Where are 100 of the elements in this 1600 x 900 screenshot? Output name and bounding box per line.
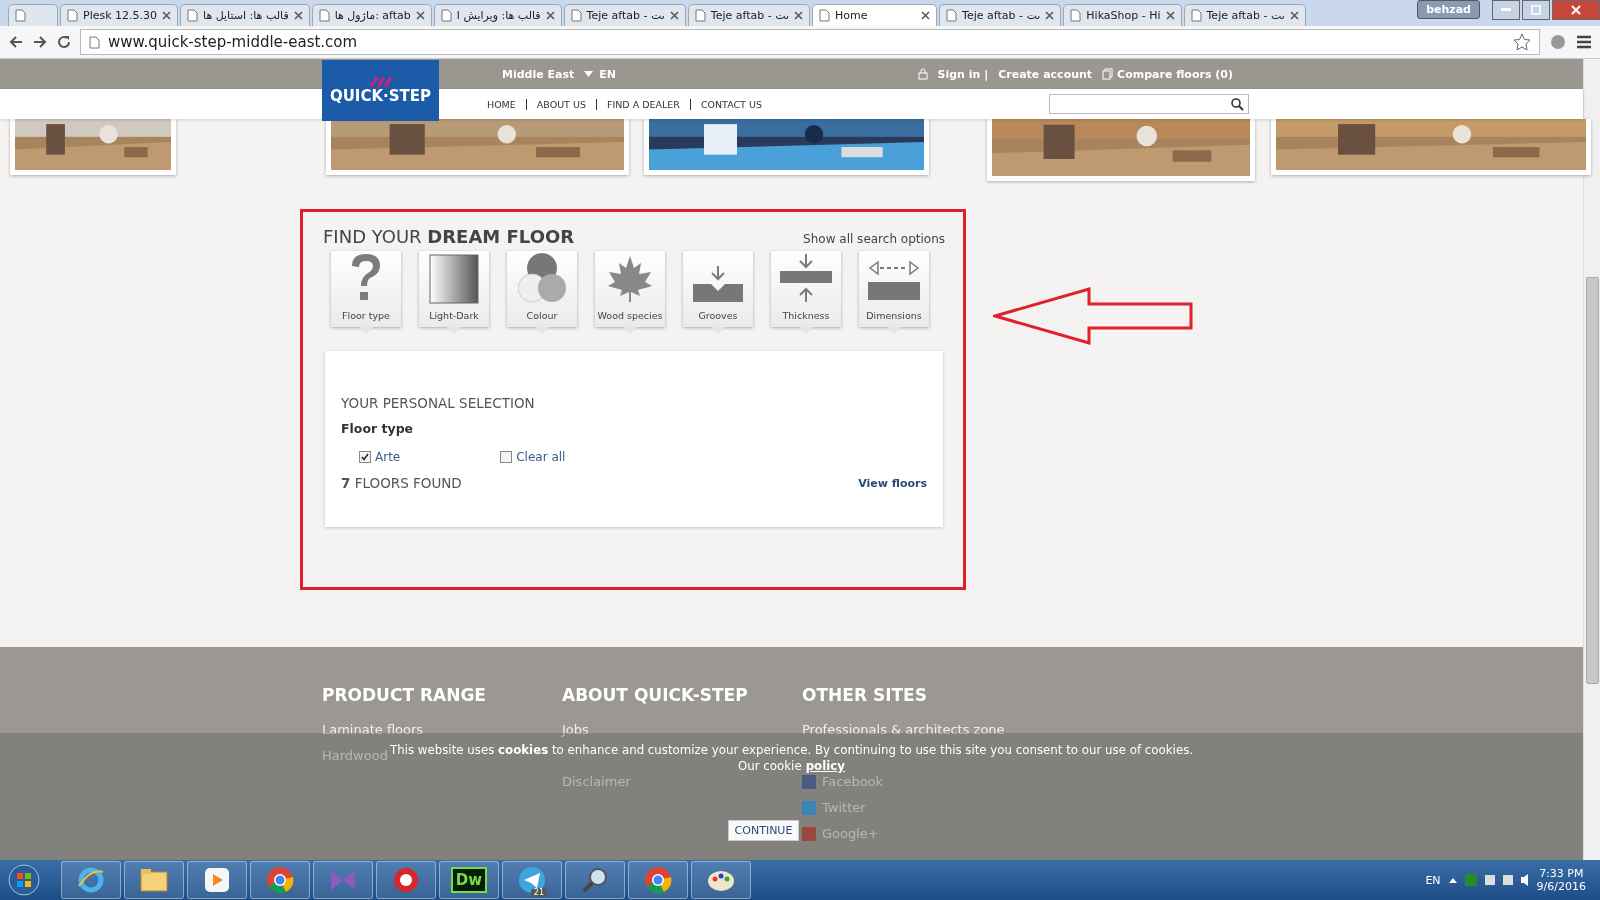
menu-icon[interactable] (1576, 35, 1592, 49)
chrome-icon (266, 866, 294, 894)
taskbar-button[interactable]: Dw (439, 861, 499, 899)
nav-link[interactable]: ABOUT US (526, 98, 596, 110)
close-icon (1571, 5, 1581, 15)
tile-pointer (799, 327, 813, 334)
thickness-icon (780, 252, 832, 304)
tile-pointer (623, 327, 637, 334)
address-field[interactable]: www.quick-step-middle-east.com (80, 29, 1540, 55)
page-icon (694, 9, 706, 22)
browser-tab[interactable]: Teje aftab - ىت (687, 4, 811, 26)
nav-link[interactable]: FIND A DEALER (596, 98, 690, 110)
search-field[interactable] (1049, 94, 1249, 114)
scrollbar[interactable] (1583, 59, 1600, 860)
browser-tab[interactable]: قالب ها: استایل ها (180, 4, 310, 26)
taskbar-button[interactable] (187, 861, 247, 899)
floors-found: 7 FLOORS FOUND (341, 475, 462, 491)
grooves-icon (693, 264, 743, 304)
badge: 21 (530, 888, 547, 897)
checkbox[interactable] (500, 451, 513, 463)
caret-icon (584, 71, 594, 77)
page-icon (1190, 9, 1202, 22)
star-icon[interactable] (1513, 33, 1531, 51)
close-icon[interactable] (415, 11, 425, 20)
taskbar-button[interactable] (691, 861, 751, 899)
taskbar-button[interactable] (250, 861, 310, 899)
page-icon (15, 9, 26, 22)
bowtie-icon (329, 868, 357, 892)
page-icon (440, 9, 452, 22)
browser-tab[interactable]: قالب ها: ویرایش ا (433, 4, 562, 26)
browser-tab[interactable]: ماژول ها: aftab (311, 4, 432, 26)
page-icon (1070, 9, 1082, 22)
search-icon[interactable] (1231, 97, 1244, 111)
social-icon (802, 774, 816, 789)
nav-link[interactable]: HOME (477, 98, 526, 110)
close-icon[interactable] (162, 11, 172, 20)
maximize-button[interactable] (1522, 0, 1550, 20)
paper-plane-icon (518, 866, 546, 894)
close-icon[interactable] (1165, 11, 1175, 20)
tile-pointer (359, 327, 373, 334)
chrome-icon (644, 866, 672, 894)
page-icon (318, 9, 330, 22)
option-label[interactable]: Clear all (516, 450, 566, 464)
close-icon[interactable] (794, 11, 804, 20)
taskbar-button[interactable] (124, 861, 184, 899)
finder-title: FIND YOUR DREAM FLOOR (323, 226, 575, 247)
option-label[interactable]: Arte (375, 450, 401, 464)
close-icon[interactable] (545, 11, 555, 20)
close-button[interactable] (1552, 0, 1600, 20)
browser-tab[interactable]: Teje aftab - ىت (939, 4, 1062, 26)
group-label: Floor type (341, 421, 415, 436)
tile-pointer (535, 327, 549, 334)
speaker-icon[interactable] (1520, 874, 1529, 886)
close-icon[interactable] (1289, 11, 1299, 20)
logo: QUICK·STEP (322, 60, 439, 121)
extension-icon[interactable] (1548, 33, 1568, 51)
clock[interactable]: 7:33 PM 9/6/2016 (1536, 867, 1586, 893)
minimize-button[interactable] (1492, 0, 1520, 20)
taskbar-button[interactable] (313, 861, 373, 899)
taskbar-button[interactable] (565, 861, 625, 899)
gradient-panel-icon (429, 254, 479, 304)
taskbar-button[interactable] (61, 861, 121, 899)
browser-tab[interactable]: Teje aftab - ىت (1183, 4, 1306, 26)
checkbox[interactable] (359, 451, 371, 463)
footer-heading: ABOUT QUICK-STEP (562, 685, 749, 705)
folder-icon (140, 868, 168, 892)
reload-icon[interactable] (56, 34, 72, 50)
policy-link[interactable]: policy (805, 759, 845, 773)
minimize-icon (1501, 8, 1511, 12)
ring-icon (392, 866, 420, 894)
copy-icon (1102, 68, 1114, 80)
page-icon (187, 9, 199, 22)
close-icon[interactable] (1045, 11, 1055, 20)
view-floors-link[interactable]: View floors (858, 476, 927, 490)
caret-icon[interactable] (1448, 877, 1457, 883)
taskbar-button[interactable] (628, 861, 688, 899)
social-icon (802, 800, 816, 815)
tile-pointer (887, 327, 901, 334)
forward-icon[interactable] (32, 34, 48, 50)
close-icon[interactable] (669, 11, 679, 20)
browser-tab[interactable]: Teje aftab - ىت (563, 4, 686, 26)
nav-link[interactable]: CONTACT US (690, 98, 772, 110)
browser-tab[interactable]: HikaShop - Hi (1063, 4, 1182, 26)
back-icon[interactable] (8, 34, 24, 50)
close-icon[interactable] (921, 11, 931, 20)
taskbar-button[interactable] (376, 861, 436, 899)
page-icon (89, 35, 100, 49)
browser-tab[interactable]: Home (812, 4, 938, 26)
cookie-text: This website uses cookies to enhance and customize your experience. By continuing to use this site you consent to our use of cookies. (389, 743, 1194, 757)
close-icon[interactable] (293, 11, 303, 20)
language-indicator[interactable]: EN (1425, 873, 1441, 887)
footer-heading: PRODUCT RANGE (322, 685, 487, 705)
browser-tab[interactable]: Plesk 12.5.30 (60, 4, 179, 26)
taskbar-button[interactable]: 21 (502, 861, 562, 899)
selection-title: YOUR PERSONAL SELECTION (341, 395, 536, 411)
lock-icon (917, 68, 928, 80)
continue-button[interactable]: CONTINUE (727, 820, 800, 841)
show-options-link[interactable]: Show all search options (803, 232, 945, 246)
page-icon (946, 9, 958, 22)
media-player-icon (204, 867, 230, 893)
